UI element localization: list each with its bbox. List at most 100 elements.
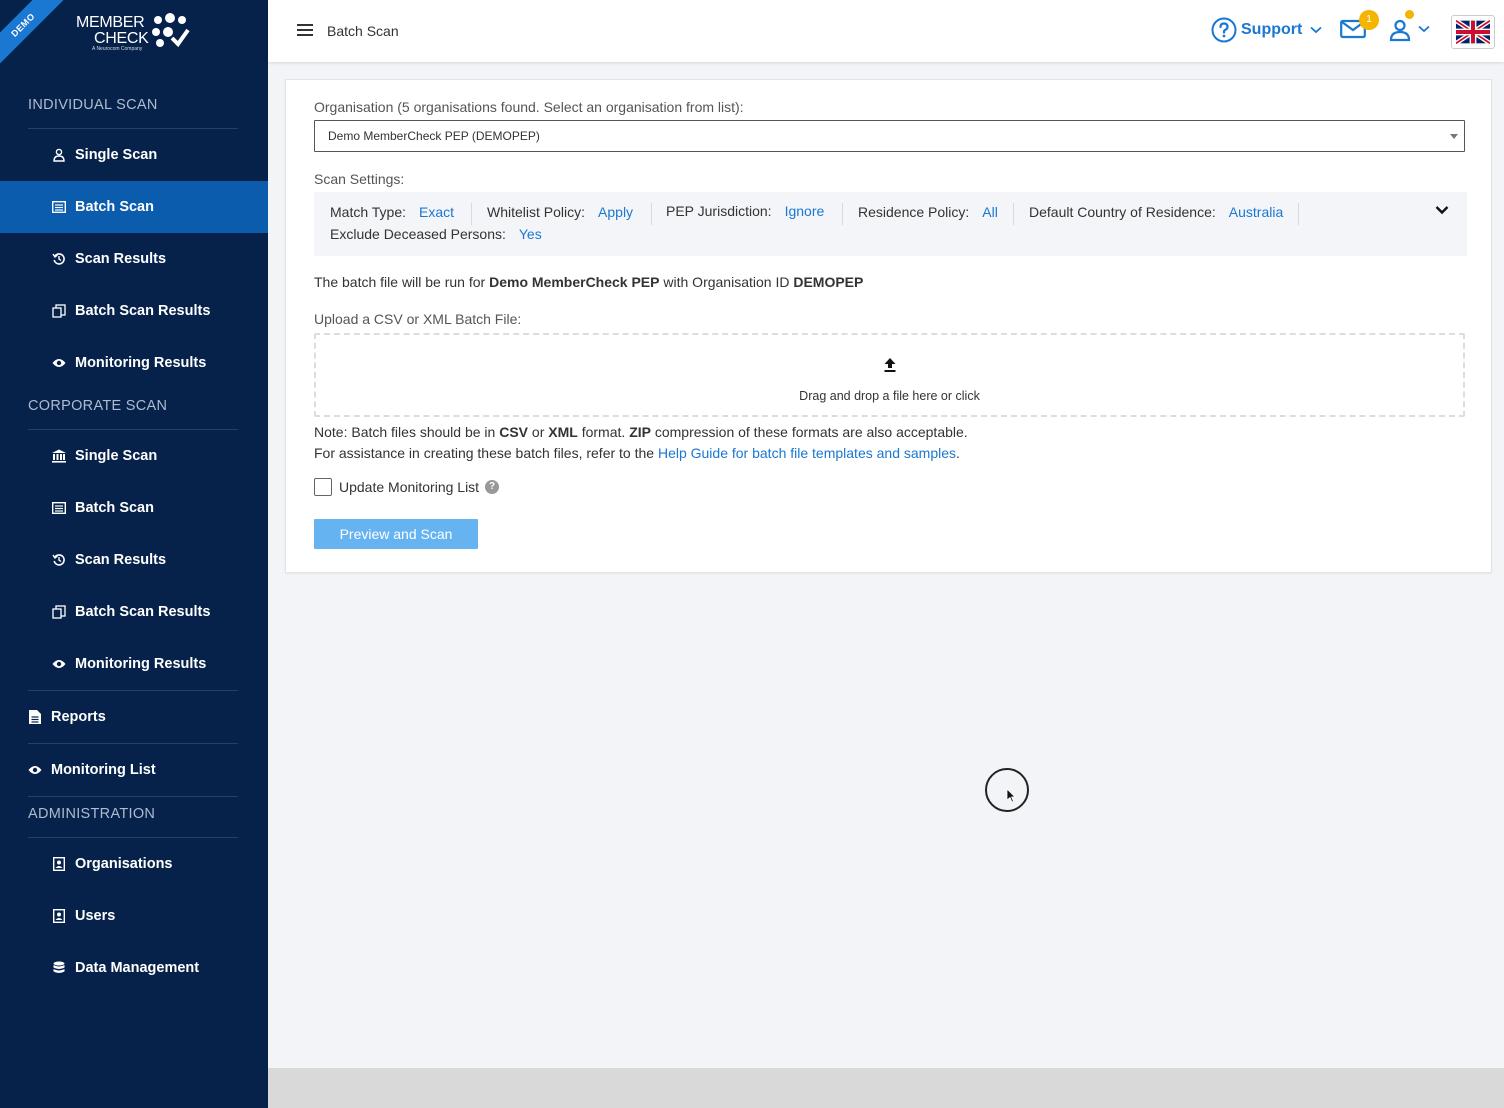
logo-people-icon [152,13,190,48]
sidebar-item-label: Organisations [75,856,173,872]
divider [28,796,238,797]
section-administration: ADMINISTRATION [28,806,156,822]
chevron-down-icon[interactable] [1435,205,1449,215]
update-monitoring-checkbox[interactable] [314,478,332,496]
info-org-name: Demo MemberCheck PEP [489,274,660,290]
sidebar-item-individual-scan-results[interactable]: Scan Results [0,233,268,285]
note-xml: XML [548,424,578,440]
sidebar-item-label: Batch Scan [75,500,154,516]
dropzone-text: Drag and drop a file here or click [799,389,980,403]
database-icon [51,960,67,976]
note-text: compression of these formats are also ac… [650,424,968,440]
note-text: or [528,424,549,440]
section-individual-scan: INDIVIDUAL SCAN [28,97,158,113]
note-zip: ZIP [629,424,651,440]
upload-label: Upload a CSV or XML Batch File: [314,311,522,327]
sidebar-item-corporate-scan-results[interactable]: Scan Results [0,534,268,586]
sidebar-item-label: Data Management [75,960,200,976]
sidebar-item-individual-batch-scan[interactable]: Batch Scan [0,181,268,233]
user-status-dot [1405,10,1414,19]
help-guide-link[interactable]: Help Guide for batch file templates and … [658,445,956,461]
sidebar-item-individual-single-scan[interactable]: Single Scan [0,129,268,181]
sidebar-item-corporate-monitoring-results[interactable]: Monitoring Results [0,638,268,690]
mail-count-badge: 1 [1359,10,1379,30]
copy-results-icon [51,604,67,620]
setting-value[interactable]: Exact [419,204,454,220]
chevron-down-icon[interactable] [1418,25,1430,33]
scan-settings-panel: Match Type: Exact Whitelist Policy: Appl… [314,192,1467,256]
preview-and-scan-button[interactable]: Preview and Scan [314,519,478,549]
note-csv: CSV [499,424,529,440]
file-dropzone[interactable]: Drag and drop a file here or click [314,333,1465,417]
sidebar-item-corporate-single-scan[interactable]: Single Scan [0,430,268,482]
organisation-select[interactable]: Demo MemberCheck PEP (DEMOPEP) [314,120,1465,152]
uk-flag-icon [1456,20,1490,44]
sidebar-item-organisations[interactable]: Organisations [0,838,268,890]
sidebar-item-label: Batch Scan [75,199,154,215]
sidebar-item-label: Batch Scan Results [75,303,211,319]
bank-icon [51,448,67,464]
setting-value[interactable]: Ignore [785,203,825,219]
setting-key: Exclude Deceased Persons: [330,226,506,242]
sidebar-item-label: Scan Results [75,251,167,267]
upload-icon [884,358,896,372]
setting-value[interactable]: All [982,204,998,220]
setting-value[interactable]: Yes [519,226,542,242]
sidebar-item-label: Monitoring Results [75,656,207,672]
setting-default-country: Default Country of Residence: Australia [1029,204,1283,220]
note-text: For assistance in creating these batch f… [314,445,658,461]
page-title: Batch Scan [327,23,399,39]
help-guide-note: For assistance in creating these batch f… [314,445,960,461]
section-corporate-scan: CORPORATE SCAN [28,398,168,414]
update-monitoring-row: Update Monitoring List ? [314,478,500,496]
setting-residence-policy: Residence Policy: All [858,204,998,220]
user-icon [1389,19,1411,42]
language-selector[interactable] [1451,15,1495,49]
document-icon [27,709,43,725]
history-icon [51,251,67,267]
sidebar-item-data-management[interactable]: Data Management [0,942,268,994]
setting-value[interactable]: Apply [598,204,633,220]
sidebar-item-individual-batch-scan-results[interactable]: Batch Scan Results [0,285,268,337]
setting-pep-jurisdiction: PEP Jurisdiction: Ignore [666,203,824,219]
mouse-cursor-icon [1006,788,1016,803]
batch-scan-card: Organisation (5 organisations found. Sel… [285,79,1492,573]
format-note: Note: Batch files should be in CSV or XM… [314,424,968,440]
note-text: . [956,445,960,461]
sidebar-item-corporate-batch-scan-results[interactable]: Batch Scan Results [0,586,268,638]
user-badge-icon [51,908,67,924]
scan-settings-label: Scan Settings: [314,171,405,187]
note-text: format. [577,424,630,440]
eye-icon [27,762,43,778]
update-monitoring-label[interactable]: Update Monitoring List [339,479,479,495]
setting-match-type: Match Type: Exact [330,204,454,220]
membercheck-logo[interactable]: MEMBER CHECK A Neurocom Company [76,12,196,56]
sidebar-item-label: Monitoring List [51,762,156,778]
sidebar-item-monitoring-list[interactable]: Monitoring List [0,744,268,796]
setting-key: Default Country of Residence: [1029,204,1216,220]
sidebar-item-label: Reports [51,709,106,725]
sidebar-item-users[interactable]: Users [0,890,268,942]
sidebar-item-individual-monitoring-results[interactable]: Monitoring Results [0,337,268,389]
divider [842,203,843,225]
sidebar-item-corporate-batch-scan[interactable]: Batch Scan [0,482,268,534]
organisation-selected-value: Demo MemberCheck PEP (DEMOPEP) [328,129,540,143]
hamburger-menu-icon[interactable] [297,24,313,38]
support-menu-button[interactable]: Support [1211,17,1322,43]
setting-value[interactable]: Australia [1229,204,1283,220]
setting-key: Match Type: [330,204,407,220]
sidebar-item-reports[interactable]: Reports [0,691,268,743]
question-mark-icon[interactable]: ? [485,480,500,494]
setting-exclude-deceased: Exclude Deceased Persons: Yes [330,226,542,242]
sidebar-item-label: Batch Scan Results [75,604,211,620]
help-circle-icon [1211,17,1237,43]
support-label: Support [1241,21,1303,38]
user-menu-button[interactable] [1388,18,1412,47]
person-outline-icon [51,147,67,163]
top-header: Batch Scan Support 1 [268,0,1504,62]
divider [1298,203,1299,225]
info-text: The batch file will be run for [314,274,490,290]
setting-whitelist-policy: Whitelist Policy: Apply [487,204,633,220]
info-text: with Organisation ID [659,274,794,290]
sidebar: DEMO MEMBER CHECK A Neurocom Company IND… [0,0,268,1108]
